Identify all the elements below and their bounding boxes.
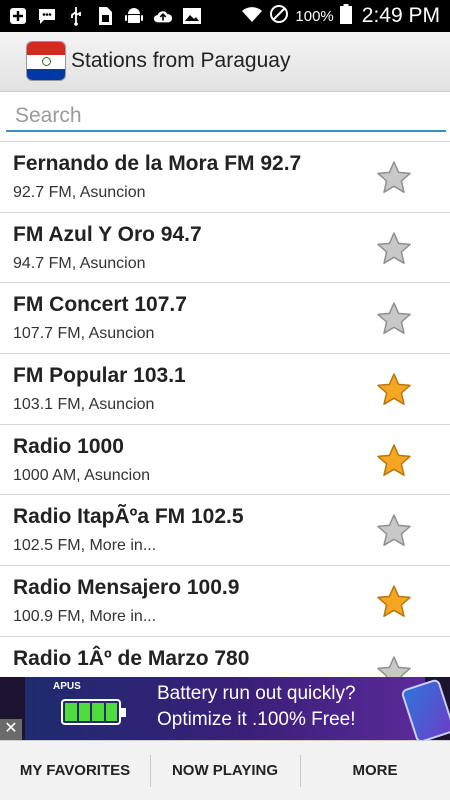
favorite-star-empty-icon[interactable] <box>376 513 412 547</box>
upload-icon <box>153 7 173 25</box>
station-name: Radio 1Âº de Marzo 780 <box>13 646 250 670</box>
search-bar <box>0 92 450 140</box>
station-name: Radio ItapÃºa FM 102.5 <box>13 505 244 529</box>
station-row[interactable]: Fernando de la Mora FM 92.7 92.7 FM, Asun… <box>0 142 450 213</box>
station-row[interactable]: Radio 1Âº de Marzo 780 <box>0 636 450 677</box>
station-row[interactable]: Radio Mensajero 100.9 100.9 FM, More in..… <box>0 566 450 637</box>
station-row[interactable]: FM Concert 107.7 107.7 FM, Asuncion <box>0 283 450 355</box>
tab-now-playing[interactable]: NOW PLAYING <box>150 741 300 800</box>
station-name: Radio 1000 <box>13 434 124 458</box>
chat-icon <box>37 7 57 25</box>
station-detail: 102.5 FM, More in... <box>13 537 157 555</box>
station-detail: 92.7 FM, Asuncion <box>13 184 146 201</box>
station-list[interactable]: Fernando de la Mora FM 92.7 92.7 FM, Asun… <box>0 141 450 677</box>
station-name: Radio Mensajero 100.9 <box>13 576 240 600</box>
battery-graphic-icon <box>61 699 126 725</box>
station-row[interactable]: FM Azul Y Oro 94.7 94.7 FM, Asuncion <box>0 212 450 284</box>
favorite-star-empty-icon[interactable] <box>376 231 412 265</box>
paraguay-flag-icon[interactable] <box>26 41 66 81</box>
status-bar: 100% 2:49 PM <box>0 0 450 32</box>
battery-icon <box>339 4 352 28</box>
station-row[interactable]: Radio 1000 1000 AM, Asuncion <box>0 424 450 496</box>
battery-percent: 100% <box>295 7 334 25</box>
do-not-disturb-icon <box>269 4 289 28</box>
ad-banner[interactable]: APUS Battery run out quickly? Optimize i… <box>0 677 450 740</box>
ad-content[interactable]: APUS Battery run out quickly? Optimize i… <box>25 677 450 740</box>
clock: 2:49 PM <box>361 4 440 27</box>
phone-graphic-icon <box>400 678 450 740</box>
page-title: Stations from Paraguay <box>71 49 291 72</box>
favorite-star-empty-icon[interactable] <box>376 301 412 335</box>
favorite-star-filled-icon[interactable] <box>376 584 412 618</box>
search-input[interactable] <box>6 102 446 132</box>
tab-more[interactable]: MORE <box>300 741 450 800</box>
system-status: 100% 2:49 PM <box>241 4 440 28</box>
station-detail: 1000 AM, Asuncion <box>13 466 150 484</box>
favorite-star-filled-icon[interactable] <box>376 443 412 477</box>
tab-my-favorites[interactable]: MY FAVORITES <box>0 741 150 800</box>
add-box-icon <box>8 7 28 25</box>
android-icon <box>124 7 144 25</box>
sim-icon <box>95 7 115 25</box>
station-detail: 103.1 FM, Asuncion <box>13 396 155 414</box>
station-name: FM Azul Y Oro 94.7 <box>13 222 202 246</box>
image-icon <box>182 7 202 25</box>
favorite-star-filled-icon[interactable] <box>376 372 412 406</box>
ad-headline: Battery run out quickly? <box>157 683 356 704</box>
ad-subline: Optimize it .100% Free! <box>157 709 356 730</box>
favorite-star-empty-icon[interactable] <box>376 160 412 194</box>
favorite-star-empty-icon[interactable] <box>376 655 412 677</box>
notification-icons <box>8 6 202 26</box>
station-name: Fernando de la Mora FM 92.7 <box>13 152 302 175</box>
usb-icon <box>66 7 86 26</box>
station-name: FM Concert 107.7 <box>13 293 187 317</box>
station-row[interactable]: FM Popular 103.1 103.1 FM, Asuncion <box>0 354 450 425</box>
ad-close-button[interactable]: ✕ <box>0 719 22 740</box>
ad-brand: APUS <box>53 681 81 692</box>
station-detail: 107.7 FM, Asuncion <box>13 325 155 343</box>
bottom-tab-bar: MY FAVORITES NOW PLAYING MORE <box>0 740 450 800</box>
wifi-icon <box>241 5 263 27</box>
station-name: FM Popular 103.1 <box>13 364 186 388</box>
station-detail: 100.9 FM, More in... <box>13 608 157 626</box>
action-bar: Stations from Paraguay <box>0 32 450 92</box>
station-row[interactable]: Radio ItapÃºa FM 102.5 102.5 FM, More in.… <box>0 495 450 567</box>
station-detail: 94.7 FM, Asuncion <box>13 254 146 272</box>
